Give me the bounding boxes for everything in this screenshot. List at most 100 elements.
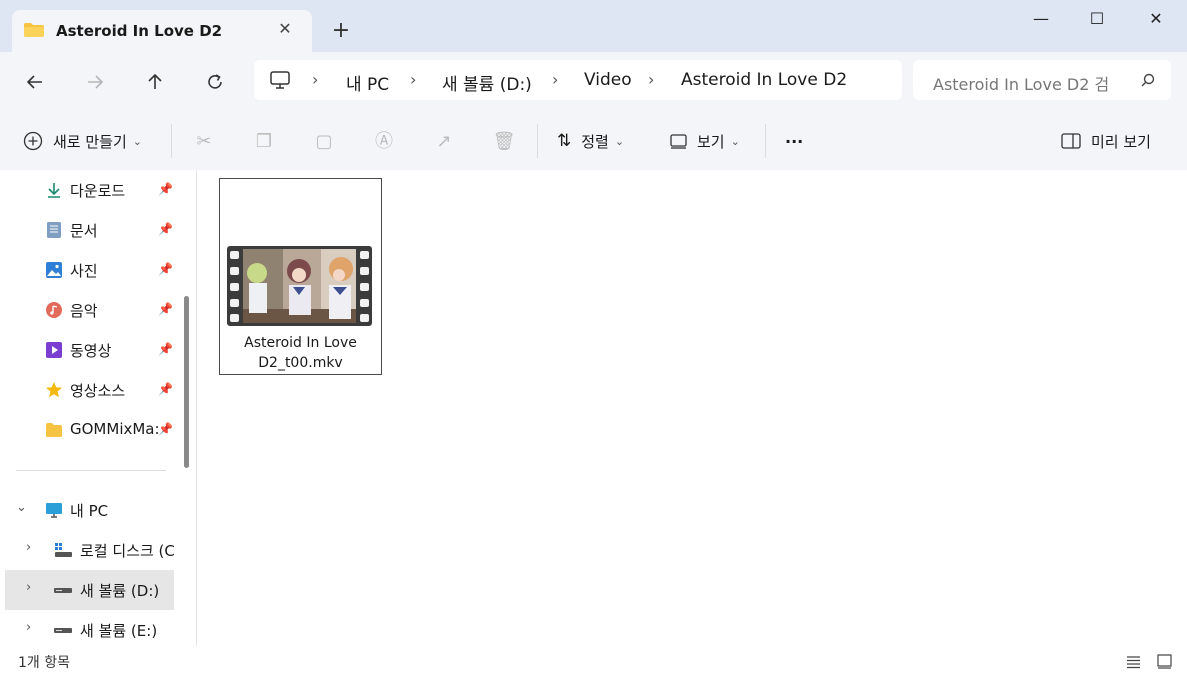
- pin-icon[interactable]: 📌: [158, 342, 173, 356]
- pin-icon[interactable]: 📌: [158, 382, 173, 396]
- new-button[interactable]: 새로 만들기 ⌄: [23, 112, 142, 170]
- document-icon: [47, 222, 61, 238]
- divider: [537, 124, 538, 158]
- sidebar-item-drive-d[interactable]: › 새 볼륨 (D:): [5, 570, 174, 610]
- folder-icon: [24, 23, 44, 37]
- sort-button-label: 정렬: [581, 132, 609, 151]
- arrow-left-icon: [26, 75, 42, 89]
- view-icon: [670, 133, 687, 149]
- sidebar-item-video-source[interactable]: 영상소스 📌: [0, 370, 190, 410]
- breadcrumb-separator: ›: [410, 70, 417, 89]
- video-icon: [46, 342, 62, 358]
- new-tab-button[interactable]: +: [328, 18, 354, 44]
- sort-button[interactable]: ⇅ 정렬 ⌄: [557, 112, 624, 170]
- refresh-icon: [208, 74, 222, 89]
- drive-icon: [54, 628, 72, 633]
- chevron-down-icon: ⌄: [730, 134, 740, 148]
- pin-icon[interactable]: 📌: [158, 182, 173, 196]
- pin-icon[interactable]: 📌: [158, 302, 173, 316]
- delete-icon[interactable]: 🗑: [492, 130, 516, 154]
- more-options-button[interactable]: ···: [785, 112, 803, 170]
- copy-icon[interactable]: ❐: [252, 130, 276, 154]
- breadcrumb-item[interactable]: 새 볼륨 (D:): [442, 70, 532, 95]
- divider: [765, 124, 766, 158]
- minimize-button[interactable]: —: [1021, 6, 1061, 32]
- sidebar-item-label: 동영상: [70, 342, 112, 360]
- pin-icon[interactable]: 📌: [158, 262, 173, 276]
- sidebar-item-label: 새 볼륨 (E:): [80, 622, 158, 640]
- pin-icon[interactable]: 📌: [158, 222, 173, 236]
- sidebar-item-drive-c[interactable]: › 로컬 디스크 (C: [0, 530, 190, 570]
- sidebar-item-this-pc[interactable]: ⌄ 내 PC: [0, 490, 190, 530]
- title-bar: Asteroid In Love D2 ✕ + — ☐ ✕: [0, 0, 1187, 52]
- folder-icon: [46, 423, 62, 437]
- sidebar-item-label: 음악: [70, 302, 98, 320]
- pin-icon[interactable]: 📌: [158, 422, 173, 436]
- tab-active[interactable]: Asteroid In Love D2 ✕: [12, 10, 312, 52]
- monitor-icon: [270, 71, 290, 89]
- download-icon: [48, 183, 60, 198]
- monitor-icon: [46, 503, 62, 518]
- sidebar-item-label: 문서: [70, 222, 98, 240]
- sidebar-item-documents[interactable]: 문서 📌: [0, 210, 190, 250]
- sidebar-scrollbar[interactable]: [184, 296, 189, 468]
- file-name-line: D2_t00.mkv: [258, 355, 343, 371]
- view-button[interactable]: 보기 ⌄: [670, 112, 740, 170]
- sidebar-item-label: 로컬 디스크 (C: [80, 542, 175, 560]
- close-button[interactable]: ✕: [1136, 6, 1176, 32]
- chevron-right-icon[interactable]: ›: [26, 580, 31, 595]
- drive-c-icon: [55, 543, 72, 557]
- breadcrumb-separator: ›: [312, 70, 319, 89]
- chevron-down-icon[interactable]: ⌄: [16, 500, 27, 515]
- sidebar-item-label: 새 볼륨 (D:): [80, 582, 160, 600]
- command-bar: 새로 만들기 ⌄ ✂ ❐ ▢ Ⓐ ↗ 🗑 ⇅ 정렬 ⌄ 보기 ⌄ ··· 미리 …: [0, 112, 1187, 171]
- sidebar-item-label: 사진: [70, 262, 98, 280]
- chevron-right-icon[interactable]: ›: [26, 620, 31, 635]
- sort-icon: ⇅: [557, 131, 572, 151]
- breadcrumb-separator: ›: [552, 70, 559, 89]
- cut-icon[interactable]: ✂: [192, 130, 216, 154]
- up-button[interactable]: [139, 66, 171, 98]
- video-frame-image: [243, 249, 356, 323]
- file-name[interactable]: Asteroid In Love D2_t00.mkv: [220, 333, 381, 373]
- tab-close-icon[interactable]: ✕: [274, 18, 296, 40]
- drive-icon: [54, 588, 72, 593]
- sidebar-item-music[interactable]: 음악 📌: [0, 290, 190, 330]
- paste-icon[interactable]: ▢: [312, 130, 336, 154]
- rename-icon[interactable]: Ⓐ: [372, 130, 396, 154]
- divider: [171, 124, 172, 158]
- navigation-bar: › 내 PC › 새 볼륨 (D:) › Video › Asteroid In…: [0, 52, 1187, 112]
- back-button[interactable]: [19, 66, 51, 98]
- search-input[interactable]: Asteroid In Love D2 검: [933, 71, 1109, 95]
- divider: [16, 470, 166, 471]
- maximize-button[interactable]: ☐: [1077, 6, 1117, 32]
- preview-pane-button[interactable]: 미리 보기: [1061, 112, 1151, 170]
- address-bar[interactable]: › 내 PC › 새 볼륨 (D:) › Video › Asteroid In…: [254, 60, 902, 100]
- breadcrumb-item[interactable]: Asteroid In Love D2: [681, 70, 847, 90]
- breadcrumb-item[interactable]: Video: [584, 70, 632, 90]
- item-count: 1개 항목: [18, 655, 70, 671]
- status-bar: 1개 항목: [0, 646, 1187, 678]
- sidebar-item-label: 내 PC: [70, 502, 109, 520]
- chevron-down-icon: ⌄: [614, 134, 625, 148]
- details-view-icon[interactable]: [1126, 655, 1141, 669]
- file-list-area[interactable]: Asteroid In Love D2_t00.mkv: [197, 170, 1187, 646]
- sidebar-item-pictures[interactable]: 사진 📌: [0, 250, 190, 290]
- pictures-icon: [46, 262, 62, 278]
- file-item[interactable]: Asteroid In Love D2_t00.mkv: [219, 178, 382, 375]
- chevron-right-icon[interactable]: ›: [26, 540, 31, 555]
- sidebar-item-drive-e[interactable]: › 새 볼륨 (E:): [0, 610, 190, 650]
- chevron-down-icon: ⌄: [132, 134, 142, 148]
- search-box[interactable]: Asteroid In Love D2 검: [913, 60, 1171, 100]
- sidebar-item-downloads[interactable]: 다운로드 📌: [0, 170, 190, 210]
- breadcrumb-item[interactable]: 내 PC: [346, 70, 389, 95]
- arrow-right-icon: [88, 75, 104, 89]
- arrow-up-icon: [148, 73, 162, 89]
- sidebar-item-gommix[interactable]: GOMMixMa: 📌: [0, 410, 190, 450]
- large-icons-view-icon[interactable]: [1157, 654, 1172, 669]
- refresh-button[interactable]: [199, 66, 231, 98]
- share-icon[interactable]: ↗: [432, 130, 456, 154]
- sidebar-item-videos[interactable]: 동영상 📌: [0, 330, 190, 370]
- forward-button[interactable]: [79, 66, 111, 98]
- plus-circle-icon: [23, 131, 43, 151]
